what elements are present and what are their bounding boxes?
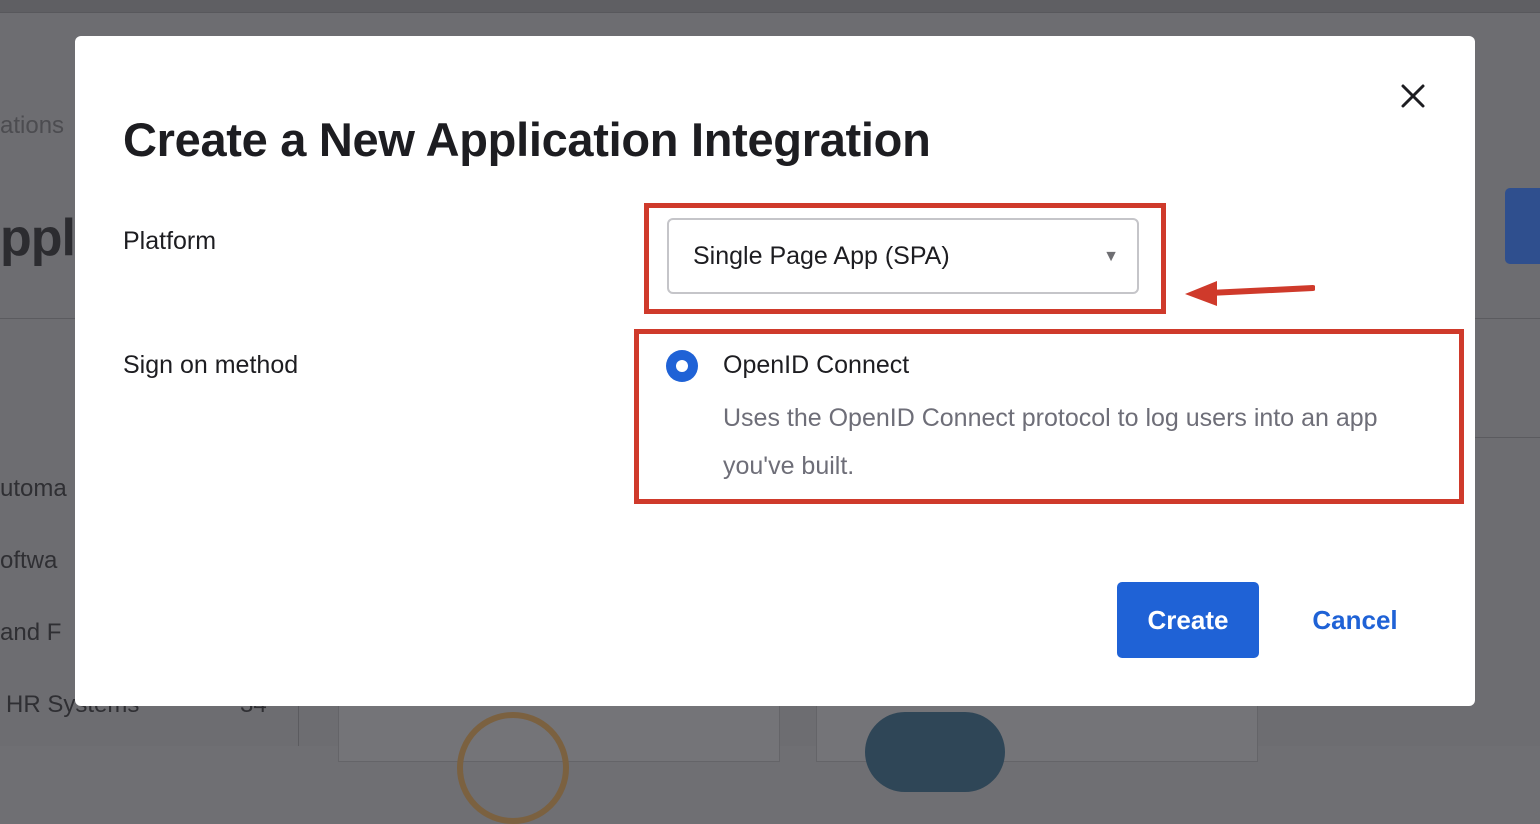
chevron-down-icon: ▼ xyxy=(1103,248,1119,265)
background-button xyxy=(1505,188,1540,264)
background-topbar xyxy=(0,0,1540,13)
openid-connect-radio[interactable] xyxy=(666,350,698,382)
background-app-logo xyxy=(865,712,1005,792)
background-category-item: oftwa xyxy=(0,547,58,574)
background-category-item: and F xyxy=(0,619,62,646)
create-app-integration-dialog: Create a New Application Integration Pla… xyxy=(75,36,1475,706)
background-breadcrumb: ations xyxy=(0,112,65,139)
platform-select[interactable]: Single Page App (SPA) ▼ xyxy=(667,218,1139,294)
platform-select-value: Single Page App (SPA) xyxy=(693,242,950,270)
openid-connect-label[interactable]: OpenID Connect xyxy=(723,351,909,380)
openid-connect-description: Uses the OpenID Connect protocol to log … xyxy=(723,404,1378,480)
cancel-button[interactable]: Cancel xyxy=(1293,582,1417,658)
background-page-title: ppl xyxy=(0,209,76,267)
close-icon xyxy=(1401,84,1425,108)
dialog-title: Create a New Application Integration xyxy=(123,113,931,166)
radio-selected-dot xyxy=(676,360,688,372)
background-app-logo xyxy=(457,712,569,824)
create-button[interactable]: Create xyxy=(1117,582,1259,658)
background-category-item: utoma xyxy=(0,475,67,502)
platform-label: Platform xyxy=(123,227,217,255)
sign-on-method-label: Sign on method xyxy=(123,351,299,379)
close-button[interactable] xyxy=(1397,80,1429,112)
annotation-arrow-icon xyxy=(1185,281,1315,306)
